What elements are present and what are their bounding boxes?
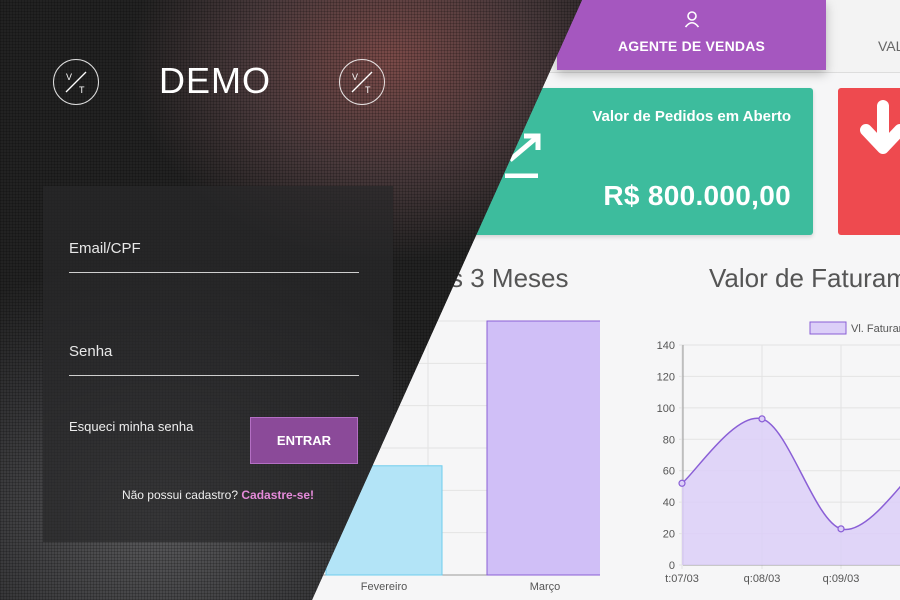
svg-text:V: V xyxy=(352,72,358,82)
bar xyxy=(486,320,600,576)
signup-line: Não possui cadastro? Cadastre-se! xyxy=(43,488,393,502)
line-chart: Vl. Faturam 0 20 40 60 80 100 120 140 t:07/03 q:08… xyxy=(657,321,900,585)
card-value: R$ 800.000,00 xyxy=(603,180,791,211)
data-point xyxy=(678,479,686,487)
email-field[interactable]: Email/CPF xyxy=(69,240,141,257)
x-tick-label: Fevereiro xyxy=(361,581,407,593)
email-underline xyxy=(69,272,359,273)
legend-label: Vl. Faturam xyxy=(851,323,900,335)
y-tick-label: 100 xyxy=(657,403,675,415)
x-tick-label: t:07/03 xyxy=(665,573,699,585)
x-tick-label: q:09/03 xyxy=(823,573,860,585)
y-tick-label: 120 xyxy=(657,371,675,383)
x-tick-label: q:08/03 xyxy=(744,573,781,585)
legend-swatch xyxy=(809,321,847,335)
y-tick-label: 60 xyxy=(663,466,675,478)
y-tick-label: 80 xyxy=(663,434,675,446)
vt-monogram-icon: V T xyxy=(339,59,385,105)
svg-text:T: T xyxy=(365,85,371,95)
password-field[interactable]: Senha xyxy=(69,343,112,360)
signup-prompt: Não possui cadastro? xyxy=(121,488,239,502)
data-point xyxy=(758,415,766,423)
y-tick-label: 20 xyxy=(663,529,675,541)
data-point xyxy=(837,525,845,533)
bar-chart-title: s 3 Meses xyxy=(450,263,569,293)
arrow-down-icon xyxy=(860,100,900,154)
forgot-password-link[interactable]: Esqueci minha senha xyxy=(69,419,193,434)
svg-text:V: V xyxy=(66,72,72,82)
y-tick-label: 140 xyxy=(657,340,675,352)
password-underline xyxy=(69,375,359,376)
vt-monogram-icon: V T xyxy=(53,59,99,105)
line-chart-title: Valor de Faturam xyxy=(709,263,900,293)
card-title: Valor de Pedidos em Aberto xyxy=(592,108,791,125)
signup-link[interactable]: Cadastre-se! xyxy=(241,488,314,502)
y-tick-label: 0 xyxy=(669,560,675,572)
series-area xyxy=(682,418,900,565)
enter-button[interactable]: ENTRAR xyxy=(250,417,358,464)
tab-label: VAL xyxy=(878,38,900,54)
svg-text:T: T xyxy=(79,85,85,95)
login-form: Email/CPF Senha Esqueci minha senha ENTR… xyxy=(43,186,393,542)
tab-label: AGENTE DE VENDAS xyxy=(617,38,766,54)
red-card xyxy=(838,88,900,235)
x-tick-label: Março xyxy=(530,581,561,593)
brand-title: DEMO xyxy=(159,60,271,101)
tab-agente-de-vendas[interactable]: AGENTE DE VENDAS xyxy=(557,0,826,70)
y-tick-label: 40 xyxy=(663,497,675,509)
tab-val[interactable]: VAL xyxy=(830,0,900,70)
user-icon xyxy=(684,11,700,28)
